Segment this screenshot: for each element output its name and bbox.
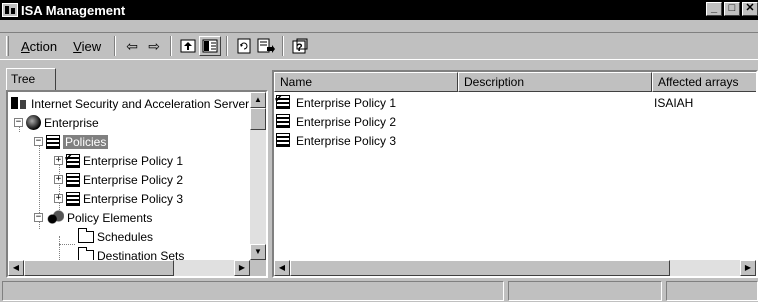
column-header-description[interactable]: Description xyxy=(458,72,652,92)
status-panel-2 xyxy=(508,281,662,301)
scroll-thumb[interactable] xyxy=(250,108,266,130)
details-list-pane[interactable]: Name Description Affected arrays Enterpr… xyxy=(272,70,758,278)
status-panel-main xyxy=(2,281,504,301)
policy-icon xyxy=(46,134,60,149)
tree-item-policy-elements[interactable]: − Policy Elements xyxy=(34,208,152,227)
close-button[interactable]: ✕ xyxy=(742,2,758,16)
list-cell-name: Enterprise Policy 3 xyxy=(296,134,397,148)
tab-tree[interactable]: Tree xyxy=(6,68,56,92)
tree-item-label: Enterprise Policy 2 xyxy=(83,172,184,187)
tree-item-schedules[interactable]: Schedules xyxy=(78,227,153,246)
tree-tab-row: Tree xyxy=(0,62,270,92)
tree-item-enterprise-policy-2[interactable]: + Enterprise Policy 2 xyxy=(54,170,183,189)
list-horizontal-scrollbar[interactable]: ◀ ▶ xyxy=(274,260,756,276)
show-hide-tree-icon[interactable] xyxy=(199,36,222,56)
tree-item-label: Policy Elements xyxy=(67,210,153,225)
collapse-toggle[interactable]: − xyxy=(14,118,23,127)
window-controls: _ □ ✕ xyxy=(704,2,758,16)
scrollbar-corner xyxy=(250,260,266,276)
list-row-enterprise-policy-3[interactable]: Enterprise Policy 3 xyxy=(274,132,756,151)
tree-item-label: Enterprise Policy 1 xyxy=(83,153,184,168)
scroll-left-button[interactable]: ◀ xyxy=(8,260,24,276)
policy-elements-icon xyxy=(46,210,64,225)
tree-item-destination-sets[interactable]: Destination Sets xyxy=(78,246,184,260)
tree-connector xyxy=(59,236,60,260)
tree-vertical-scrollbar[interactable]: ▲ ▼ xyxy=(250,92,266,260)
tree-view: Internet Security and Acceleration Serve… xyxy=(8,92,252,260)
app-icon xyxy=(2,3,18,17)
tree-item-isa-server[interactable]: Internet Security and Acceleration Serve… xyxy=(10,94,249,113)
policy-icon xyxy=(276,114,290,128)
policy-checked-icon xyxy=(64,151,80,168)
toolbar-separator xyxy=(170,36,173,56)
menu-action[interactable]: Action xyxy=(13,39,65,54)
forward-arrow-icon[interactable]: ⇨ xyxy=(143,36,165,56)
scroll-right-button[interactable]: ▶ xyxy=(740,260,756,276)
tree-item-label: Schedules xyxy=(97,229,154,244)
scroll-up-button[interactable]: ▲ xyxy=(250,92,266,108)
scroll-thumb[interactable] xyxy=(24,260,174,276)
tree-item-enterprise-policy-1[interactable]: + Enterprise Policy 1 xyxy=(54,151,183,170)
scroll-thumb[interactable] xyxy=(290,260,670,276)
scroll-down-button[interactable]: ▼ xyxy=(250,244,266,260)
toolbar-grip[interactable] xyxy=(6,36,9,56)
expand-toggle[interactable]: + xyxy=(54,194,63,203)
expand-toggle[interactable]: + xyxy=(54,175,63,184)
title-bar: ISA Management _ □ ✕ xyxy=(0,0,758,20)
list-cell-name: Enterprise Policy 1 xyxy=(296,96,397,110)
menu-view[interactable]: View xyxy=(65,39,109,54)
globe-icon xyxy=(26,115,41,130)
toolbar-separator xyxy=(114,36,117,56)
collapse-toggle[interactable]: − xyxy=(34,137,43,146)
list-header: Name Description Affected arrays xyxy=(274,72,756,92)
status-panel-3 xyxy=(666,281,758,301)
tree-item-enterprise[interactable]: − Enterprise xyxy=(14,113,99,132)
server-icon xyxy=(10,96,28,111)
tree-item-label: Enterprise xyxy=(44,115,99,130)
toolbar-separator xyxy=(282,36,285,56)
menu-toolbar: Action View ⇦ ⇨ ? xyxy=(0,32,758,60)
export-list-icon[interactable] xyxy=(255,36,277,56)
tree-item-label: Enterprise Policy 3 xyxy=(83,191,184,206)
column-header-name[interactable]: Name xyxy=(274,72,458,92)
tree-item-label: Destination Sets xyxy=(97,248,185,261)
policy-icon xyxy=(66,191,80,206)
refresh-icon[interactable] xyxy=(233,36,255,56)
back-arrow-icon[interactable]: ⇦ xyxy=(121,36,143,56)
policy-checked-icon xyxy=(274,92,290,109)
tree-horizontal-scrollbar[interactable]: ◀ ▶ xyxy=(8,260,250,276)
tree-connector xyxy=(59,244,75,245)
tree-pane[interactable]: Internet Security and Acceleration Serve… xyxy=(6,90,268,278)
list-cell-affected-arrays: ISAIAH xyxy=(654,96,694,110)
scroll-right-button[interactable]: ▶ xyxy=(234,260,250,276)
list-cell-name: Enterprise Policy 2 xyxy=(296,115,397,129)
tree-item-enterprise-policy-3[interactable]: + Enterprise Policy 3 xyxy=(54,189,183,208)
minimize-button[interactable]: _ xyxy=(706,2,722,16)
folder-icon xyxy=(78,246,94,260)
tree-item-label: Internet Security and Acceleration Serve… xyxy=(31,96,250,111)
tree-item-label-selected: Policies xyxy=(63,134,109,149)
scroll-left-button[interactable]: ◀ xyxy=(274,260,290,276)
help-icon[interactable]: ? xyxy=(289,36,311,56)
list-row-enterprise-policy-1[interactable]: Enterprise Policy 1 ISAIAH xyxy=(274,92,756,113)
window-title: ISA Management xyxy=(21,2,126,18)
toolbar-separator xyxy=(226,36,229,56)
tree-item-policies[interactable]: − Policies xyxy=(34,132,109,151)
maximize-button[interactable]: □ xyxy=(724,2,740,16)
collapse-toggle[interactable]: − xyxy=(34,213,43,222)
column-header-affected-arrays[interactable]: Affected arrays xyxy=(652,72,756,92)
expand-toggle[interactable]: + xyxy=(54,156,63,165)
policy-icon xyxy=(276,133,290,147)
status-bar xyxy=(0,280,758,302)
policy-icon xyxy=(66,172,80,187)
up-folder-icon[interactable] xyxy=(177,36,199,56)
list-row-enterprise-policy-2[interactable]: Enterprise Policy 2 xyxy=(274,113,756,132)
folder-icon xyxy=(78,227,94,243)
